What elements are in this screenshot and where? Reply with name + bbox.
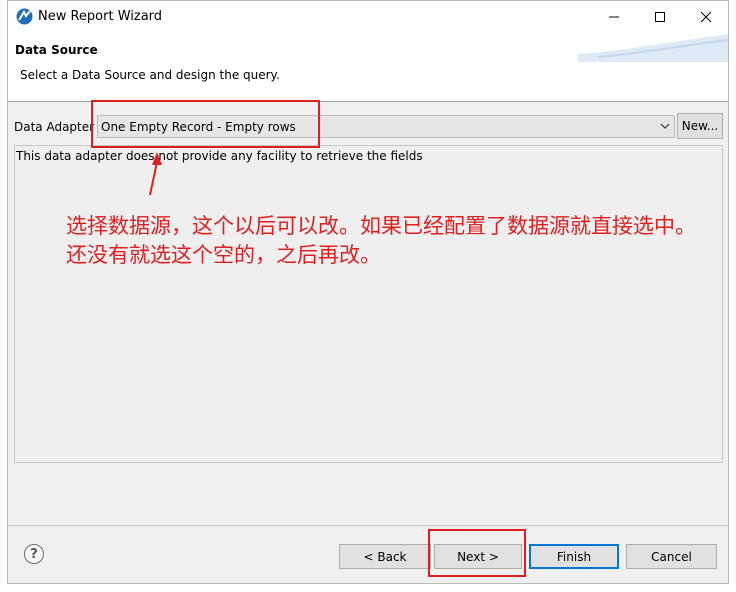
annotation-arrow — [149, 152, 162, 196]
